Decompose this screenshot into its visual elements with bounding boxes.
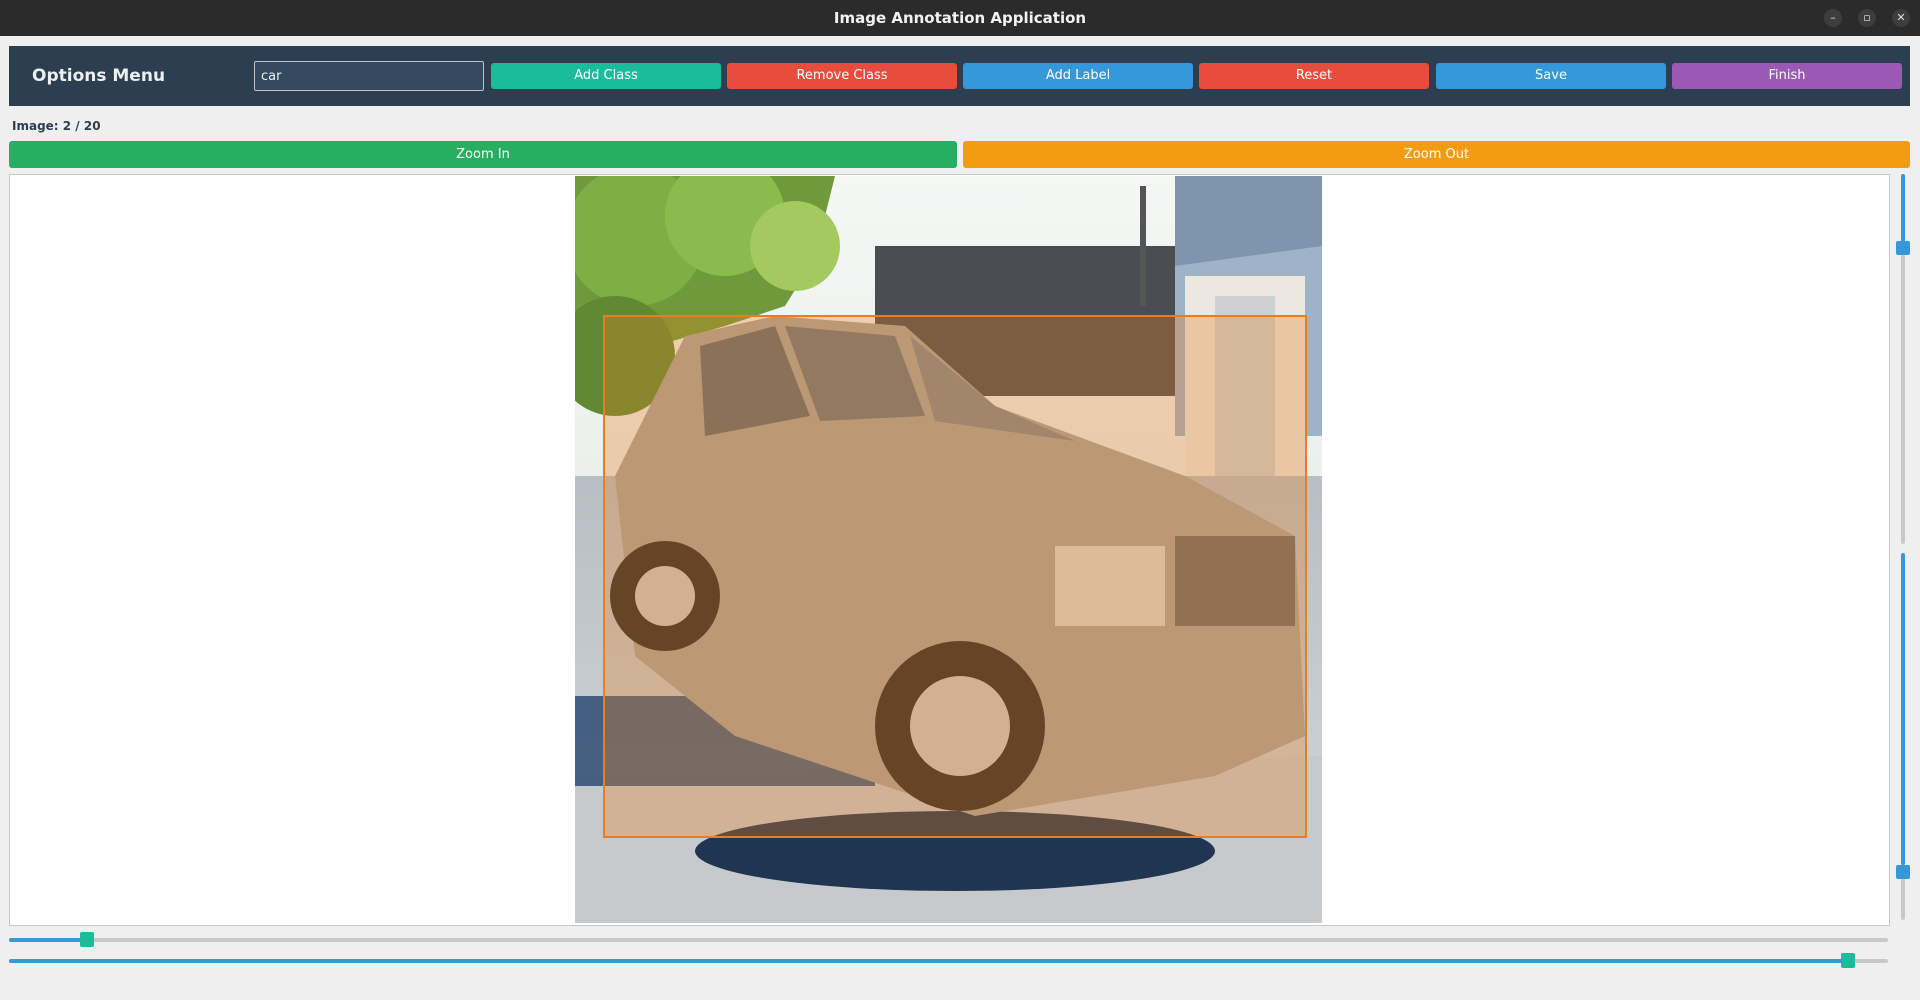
vertical-slider-top-handle[interactable]	[1896, 241, 1910, 255]
finish-button[interactable]: Finish	[1672, 63, 1902, 89]
options-toolbar: Options Menu Add Class Remove Class Add …	[9, 46, 1910, 106]
window-title: Image Annotation Application	[833, 9, 1087, 27]
vertical-slider-bottom-fill	[1901, 553, 1905, 865]
horizontal-slider-top[interactable]	[9, 932, 1888, 947]
reset-button[interactable]: Reset	[1199, 63, 1429, 89]
vertical-slider-top[interactable]	[1896, 174, 1910, 544]
remove-class-button[interactable]: Remove Class	[727, 63, 957, 89]
horizontal-slider-bottom-handle[interactable]	[1841, 953, 1855, 968]
zoom-in-button[interactable]: Zoom In	[9, 141, 957, 168]
zoom-out-button[interactable]: Zoom Out	[963, 141, 1910, 168]
window-titlebar: Image Annotation Application – ▫ ✕	[0, 0, 1920, 36]
maximize-icon[interactable]: ▫	[1858, 9, 1876, 27]
close-icon[interactable]: ✕	[1892, 9, 1910, 27]
horizontal-slider-bottom[interactable]	[9, 953, 1888, 968]
vertical-slider-top-fill	[1901, 174, 1905, 248]
add-class-button[interactable]: Add Class	[491, 63, 721, 89]
vertical-slider-bottom-handle[interactable]	[1896, 865, 1910, 879]
save-button[interactable]: Save	[1436, 63, 1666, 89]
horizontal-slider-top-fill	[9, 938, 85, 942]
options-menu-title: Options Menu	[32, 66, 166, 86]
add-label-button[interactable]: Add Label	[963, 63, 1193, 89]
minimize-icon[interactable]: –	[1824, 9, 1842, 27]
annotation-canvas[interactable]	[9, 174, 1890, 926]
annotation-bounding-box[interactable]	[603, 315, 1307, 838]
image-counter: Image: 2 / 20	[12, 119, 101, 133]
horizontal-slider-top-handle[interactable]	[80, 932, 94, 947]
vertical-slider-bottom[interactable]	[1896, 553, 1910, 920]
horizontal-slider-bottom-fill	[9, 959, 1847, 963]
class-name-input[interactable]	[254, 61, 484, 91]
